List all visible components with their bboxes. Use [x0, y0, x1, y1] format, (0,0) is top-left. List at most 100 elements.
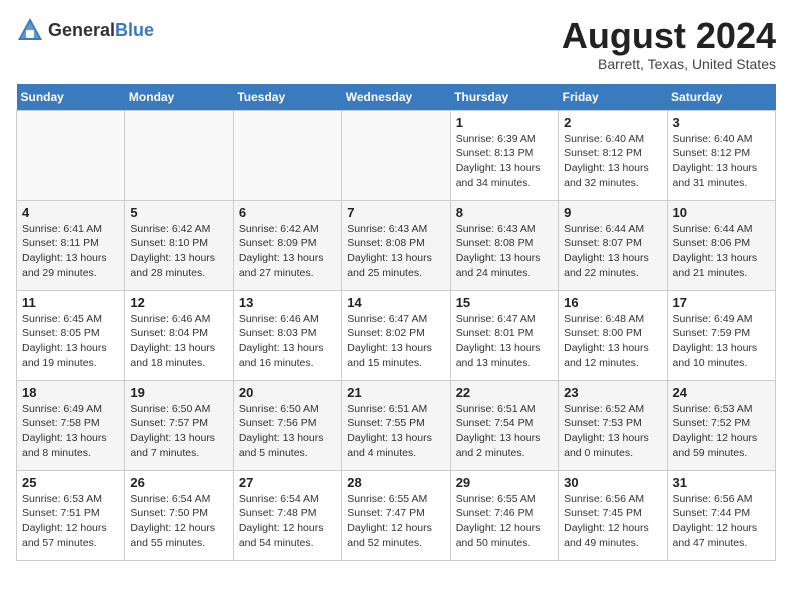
day-info: Sunrise: 6:49 AMSunset: 7:58 PMDaylight:… [22, 402, 119, 461]
calendar-cell: 25 Sunrise: 6:53 AMSunset: 7:51 PMDayligh… [17, 470, 125, 560]
calendar-cell: 23Sunrise: 6:52 AMSunset: 7:53 PMDayligh… [559, 380, 667, 470]
day-number: 10 [673, 205, 770, 220]
day-number: 8 [456, 205, 553, 220]
day-info: Sunrise: 6:40 AMSunset: 8:12 PMDaylight:… [673, 132, 770, 191]
day-number: 2 [564, 115, 661, 130]
day-info: Sunrise: 6:50 AMSunset: 7:57 PMDaylight:… [130, 402, 227, 461]
weekday-header-sunday: Sunday [17, 84, 125, 111]
calendar-cell: 15Sunrise: 6:47 AMSunset: 8:01 PMDayligh… [450, 290, 558, 380]
calendar-cell: 10 Sunrise: 6:44 AMSunset: 8:06 PMDayligh… [667, 200, 775, 290]
day-info: Sunrise: 6:54 AMSunset: 7:48 PMDaylight:… [239, 492, 336, 551]
day-info: Sunrise: 6:44 AMSunset: 8:07 PMDaylight:… [564, 222, 661, 281]
calendar-week-row: 11Sunrise: 6:45 AMSunset: 8:05 PMDayligh… [17, 290, 776, 380]
day-info: Sunrise: 6:39 AMSunset: 8:13 PMDaylight:… [456, 132, 553, 191]
calendar-cell: 22Sunrise: 6:51 AMSunset: 7:54 PMDayligh… [450, 380, 558, 470]
calendar-cell: 11Sunrise: 6:45 AMSunset: 8:05 PMDayligh… [17, 290, 125, 380]
day-info: Sunrise: 6:45 AMSunset: 8:05 PMDaylight:… [22, 312, 119, 371]
weekday-header-wednesday: Wednesday [342, 84, 450, 111]
day-info: Sunrise: 6:42 AMSunset: 8:09 PMDaylight:… [239, 222, 336, 281]
weekday-header-monday: Monday [125, 84, 233, 111]
calendar-cell: 2 Sunrise: 6:40 AMSunset: 8:12 PMDaylight… [559, 110, 667, 200]
day-info: Sunrise: 6:56 AMSunset: 7:45 PMDaylight:… [564, 492, 661, 551]
day-number: 24 [673, 385, 770, 400]
day-info: Sunrise: 6:52 AMSunset: 7:53 PMDaylight:… [564, 402, 661, 461]
calendar-cell: 18 Sunrise: 6:49 AMSunset: 7:58 PMDayligh… [17, 380, 125, 470]
calendar-week-row: 18 Sunrise: 6:49 AMSunset: 7:58 PMDayligh… [17, 380, 776, 470]
day-info: Sunrise: 6:53 AMSunset: 7:51 PMDaylight:… [22, 492, 119, 551]
title-block: August 2024 Barrett, Texas, United State… [562, 16, 776, 72]
day-info: Sunrise: 6:47 AMSunset: 8:02 PMDaylight:… [347, 312, 444, 371]
day-number: 19 [130, 385, 227, 400]
weekday-header-thursday: Thursday [450, 84, 558, 111]
calendar-cell: 12 Sunrise: 6:46 AMSunset: 8:04 PMDayligh… [125, 290, 233, 380]
logo: GeneralBlue [16, 16, 154, 44]
calendar-cell: 31 Sunrise: 6:56 AMSunset: 7:44 PMDayligh… [667, 470, 775, 560]
day-number: 9 [564, 205, 661, 220]
day-number: 31 [673, 475, 770, 490]
logo-text-blue: Blue [115, 20, 154, 40]
calendar-cell: 24 Sunrise: 6:53 AMSunset: 7:52 PMDayligh… [667, 380, 775, 470]
day-number: 21 [347, 385, 444, 400]
calendar-cell: 6Sunrise: 6:42 AMSunset: 8:09 PMDaylight… [233, 200, 341, 290]
day-info: Sunrise: 6:48 AMSunset: 8:00 PMDaylight:… [564, 312, 661, 371]
calendar-week-row: 25 Sunrise: 6:53 AMSunset: 7:51 PMDayligh… [17, 470, 776, 560]
day-number: 26 [130, 475, 227, 490]
day-number: 29 [456, 475, 553, 490]
day-info: Sunrise: 6:53 AMSunset: 7:52 PMDaylight:… [673, 402, 770, 461]
calendar-cell: 14Sunrise: 6:47 AMSunset: 8:02 PMDayligh… [342, 290, 450, 380]
calendar-cell: 3Sunrise: 6:40 AMSunset: 8:12 PMDaylight… [667, 110, 775, 200]
day-number: 22 [456, 385, 553, 400]
day-info: Sunrise: 6:49 AMSunset: 7:59 PMDaylight:… [673, 312, 770, 371]
day-number: 25 [22, 475, 119, 490]
day-number: 12 [130, 295, 227, 310]
day-number: 15 [456, 295, 553, 310]
day-info: Sunrise: 6:50 AMSunset: 7:56 PMDaylight:… [239, 402, 336, 461]
day-number: 30 [564, 475, 661, 490]
month-year: August 2024 [562, 16, 776, 56]
calendar-cell: 8 Sunrise: 6:43 AMSunset: 8:08 PMDaylight… [450, 200, 558, 290]
day-number: 27 [239, 475, 336, 490]
calendar-cell: 29 Sunrise: 6:55 AMSunset: 7:46 PMDayligh… [450, 470, 558, 560]
logo-text-general: General [48, 20, 115, 40]
day-info: Sunrise: 6:54 AMSunset: 7:50 PMDaylight:… [130, 492, 227, 551]
day-info: Sunrise: 6:55 AMSunset: 7:47 PMDaylight:… [347, 492, 444, 551]
calendar-cell: 9 Sunrise: 6:44 AMSunset: 8:07 PMDaylight… [559, 200, 667, 290]
calendar-cell: 13Sunrise: 6:46 AMSunset: 8:03 PMDayligh… [233, 290, 341, 380]
day-info: Sunrise: 6:43 AMSunset: 8:08 PMDaylight:… [456, 222, 553, 281]
calendar-cell: 26 Sunrise: 6:54 AMSunset: 7:50 PMDayligh… [125, 470, 233, 560]
day-info: Sunrise: 6:44 AMSunset: 8:06 PMDaylight:… [673, 222, 770, 281]
calendar-cell: 7Sunrise: 6:43 AMSunset: 8:08 PMDaylight… [342, 200, 450, 290]
calendar-table: SundayMondayTuesdayWednesdayThursdayFrid… [16, 84, 776, 561]
day-info: Sunrise: 6:56 AMSunset: 7:44 PMDaylight:… [673, 492, 770, 551]
calendar-cell: 27 Sunrise: 6:54 AMSunset: 7:48 PMDayligh… [233, 470, 341, 560]
weekday-header-friday: Friday [559, 84, 667, 111]
calendar-cell: 5 Sunrise: 6:42 AMSunset: 8:10 PMDaylight… [125, 200, 233, 290]
page-header: GeneralBlue August 2024 Barrett, Texas, … [16, 16, 776, 72]
calendar-cell: 17 Sunrise: 6:49 AMSunset: 7:59 PMDayligh… [667, 290, 775, 380]
day-info: Sunrise: 6:55 AMSunset: 7:46 PMDaylight:… [456, 492, 553, 551]
day-info: Sunrise: 6:42 AMSunset: 8:10 PMDaylight:… [130, 222, 227, 281]
calendar-cell: 21Sunrise: 6:51 AMSunset: 7:55 PMDayligh… [342, 380, 450, 470]
calendar-cell: 19 Sunrise: 6:50 AMSunset: 7:57 PMDayligh… [125, 380, 233, 470]
day-number: 17 [673, 295, 770, 310]
day-number: 13 [239, 295, 336, 310]
day-number: 20 [239, 385, 336, 400]
calendar-cell: 30 Sunrise: 6:56 AMSunset: 7:45 PMDayligh… [559, 470, 667, 560]
logo-icon [16, 16, 44, 44]
calendar-cell: 28Sunrise: 6:55 AMSunset: 7:47 PMDayligh… [342, 470, 450, 560]
calendar-cell [17, 110, 125, 200]
day-number: 16 [564, 295, 661, 310]
day-info: Sunrise: 6:40 AMSunset: 8:12 PMDaylight:… [564, 132, 661, 191]
day-number: 5 [130, 205, 227, 220]
day-info: Sunrise: 6:46 AMSunset: 8:04 PMDaylight:… [130, 312, 227, 371]
calendar-cell: 1 Sunrise: 6:39 AMSunset: 8:13 PMDaylight… [450, 110, 558, 200]
day-number: 1 [456, 115, 553, 130]
calendar-week-row: 1 Sunrise: 6:39 AMSunset: 8:13 PMDaylight… [17, 110, 776, 200]
calendar-cell [342, 110, 450, 200]
calendar-cell: 20 Sunrise: 6:50 AMSunset: 7:56 PMDayligh… [233, 380, 341, 470]
day-number: 18 [22, 385, 119, 400]
weekday-header-row: SundayMondayTuesdayWednesdayThursdayFrid… [17, 84, 776, 111]
location: Barrett, Texas, United States [562, 56, 776, 72]
calendar-week-row: 4Sunrise: 6:41 AMSunset: 8:11 PMDaylight… [17, 200, 776, 290]
day-info: Sunrise: 6:41 AMSunset: 8:11 PMDaylight:… [22, 222, 119, 281]
